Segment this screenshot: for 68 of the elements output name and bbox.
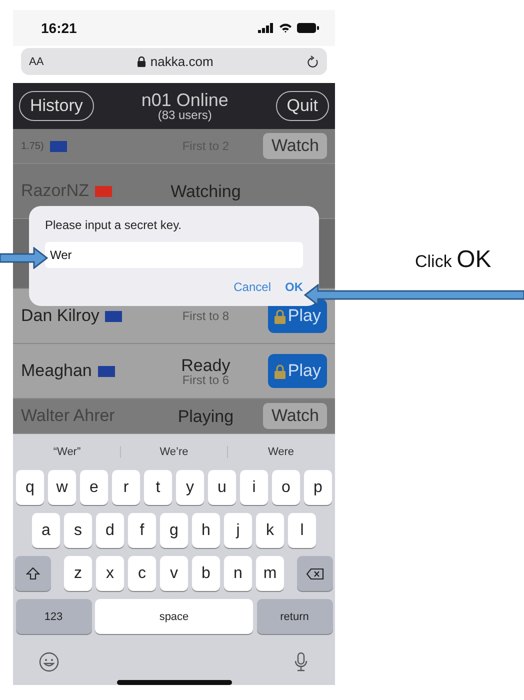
dialog-message: Please input a secret key. [45,218,183,232]
letter-key[interactable]: r [112,470,140,505]
secret-key-field[interactable]: Wer [45,242,303,268]
letter-key[interactable]: x [96,556,124,591]
letter-key[interactable]: b [192,556,220,591]
letter-key[interactable]: t [144,470,172,505]
letter-key[interactable]: p [304,470,332,505]
letter-key[interactable]: d [96,513,124,548]
word-suggestion[interactable]: We’re [120,446,227,458]
letter-key[interactable]: j [224,513,252,548]
player-status: Ready [181,356,230,374]
letter-key[interactable]: y [176,470,204,505]
padlock-icon [274,308,286,324]
wifi-icon [279,23,292,33]
lock-icon [137,56,146,67]
microphone-icon[interactable] [294,652,308,672]
reload-icon[interactable] [307,55,319,68]
arrow [0,247,48,269]
annotation-text: Click OK [415,246,492,274]
signal-icon [258,23,274,33]
letter-key[interactable]: w [48,470,76,505]
history-button[interactable]: History [19,91,94,121]
letter-key[interactable]: q [16,470,44,505]
battery-icon [297,23,319,33]
address-bar[interactable]: AA nakka.com [21,48,327,75]
status-time: 16:21 [41,20,77,36]
match-detail: First to 8 [182,310,230,322]
return-key[interactable]: return [256,599,332,634]
emoji-icon[interactable] [39,652,59,672]
letter-key[interactable]: i [240,470,268,505]
word-suggestion[interactable]: Were [227,446,334,458]
letter-key[interactable]: k [256,513,284,548]
play-button[interactable]: Play [268,354,327,388]
quit-button[interactable]: Quit [276,91,329,121]
player-name: Dan Kilroy [21,306,100,326]
player-status: Watching [170,182,241,200]
letter-key[interactable]: e [80,470,108,505]
letter-key[interactable]: a [32,513,60,548]
watch-button[interactable]: Watch [263,403,327,429]
watch-button[interactable]: Watch [263,133,327,159]
letter-key[interactable]: m [256,556,284,591]
delete-key[interactable] [297,556,334,591]
shift-key[interactable] [14,556,51,591]
letter-key[interactable]: h [192,513,220,548]
letter-key[interactable]: o [272,470,300,505]
shift-icon [26,567,40,580]
letter-key[interactable]: u [208,470,236,505]
user-count: (83 users) [158,109,212,121]
match-detail: First to 6 [182,374,230,386]
player-name: Walter Ahrer [21,406,115,426]
letter-key[interactable]: n [224,556,252,591]
letter-key[interactable]: c [128,556,156,591]
padlock-icon [274,364,286,378]
app-title: n01 Online [141,91,228,109]
letter-key[interactable]: g [160,513,188,548]
word-suggestion[interactable]: “Wer” [14,446,120,458]
letter-key[interactable]: v [160,556,188,591]
text-size-button[interactable]: AA [29,56,44,68]
backspace-icon [306,568,324,580]
player-status: Playing [178,408,234,424]
letter-key[interactable]: l [288,513,316,548]
letter-key[interactable]: s [64,513,92,548]
space-key[interactable]: space [95,599,253,634]
letter-key[interactable]: f [128,513,156,548]
url-text: nakka.com [150,54,214,69]
letter-key[interactable]: z [64,556,92,591]
numbers-key[interactable]: 123 [16,599,92,634]
player-name: Meaghan [21,361,92,381]
